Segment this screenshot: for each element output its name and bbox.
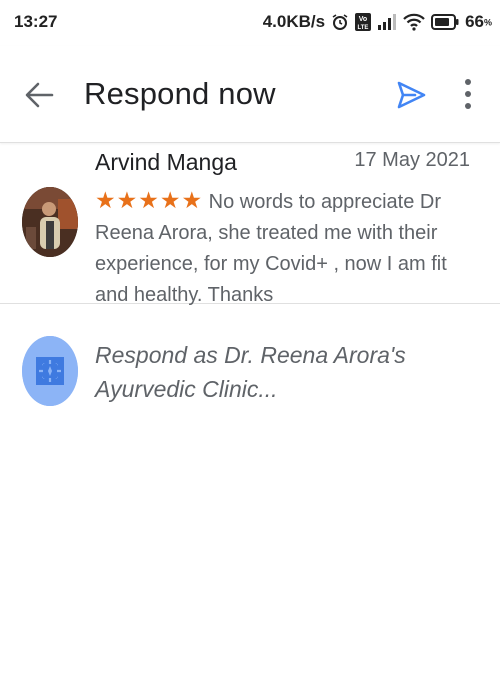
reviewer-avatar [22, 187, 78, 257]
send-button[interactable] [394, 78, 428, 112]
battery-percent: 66% [465, 12, 492, 31]
more-options-button[interactable] [456, 76, 480, 112]
battery-icon [431, 14, 459, 30]
review-date: 17 May 2021 [354, 149, 470, 171]
reviewer-name: Arvind Manga [95, 149, 237, 175]
back-button[interactable] [22, 78, 56, 112]
more-vert-icon [465, 79, 471, 109]
signal-icon [377, 14, 397, 30]
volte-icon: Vo LTE [355, 13, 372, 31]
business-icon [22, 336, 78, 406]
status-time: 13:27 [14, 12, 58, 31]
respond-section[interactable]: Respond as Dr. Reena Arora's Ayurvedic C… [0, 304, 500, 414]
network-speed: 4.0KB/s [262, 12, 326, 31]
review-body: ★★★★★ No words to appreciate Dr Reena Ar… [95, 185, 480, 311]
page-title: Respond now [84, 76, 276, 111]
volte-text-bottom: LTE [358, 25, 369, 31]
respond-input[interactable]: Respond as Dr. Reena Arora's Ayurvedic C… [95, 338, 475, 406]
review-card: Arvind Manga 17 May 2021 ★★★★★ No words … [0, 143, 500, 306]
send-icon [397, 81, 426, 109]
star-rating: ★★★★★ [95, 187, 204, 213]
wifi-icon [403, 13, 425, 31]
volte-text-top: Vo [359, 16, 367, 23]
arrow-back-icon [25, 82, 54, 108]
alarm-icon [331, 13, 349, 31]
status-indicators: 4.0KB/s Vo LTE 66% [263, 12, 492, 32]
app-bar: Respond now [0, 46, 500, 143]
status-bar: 13:27 4.0KB/s Vo LTE 66% [0, 0, 500, 46]
